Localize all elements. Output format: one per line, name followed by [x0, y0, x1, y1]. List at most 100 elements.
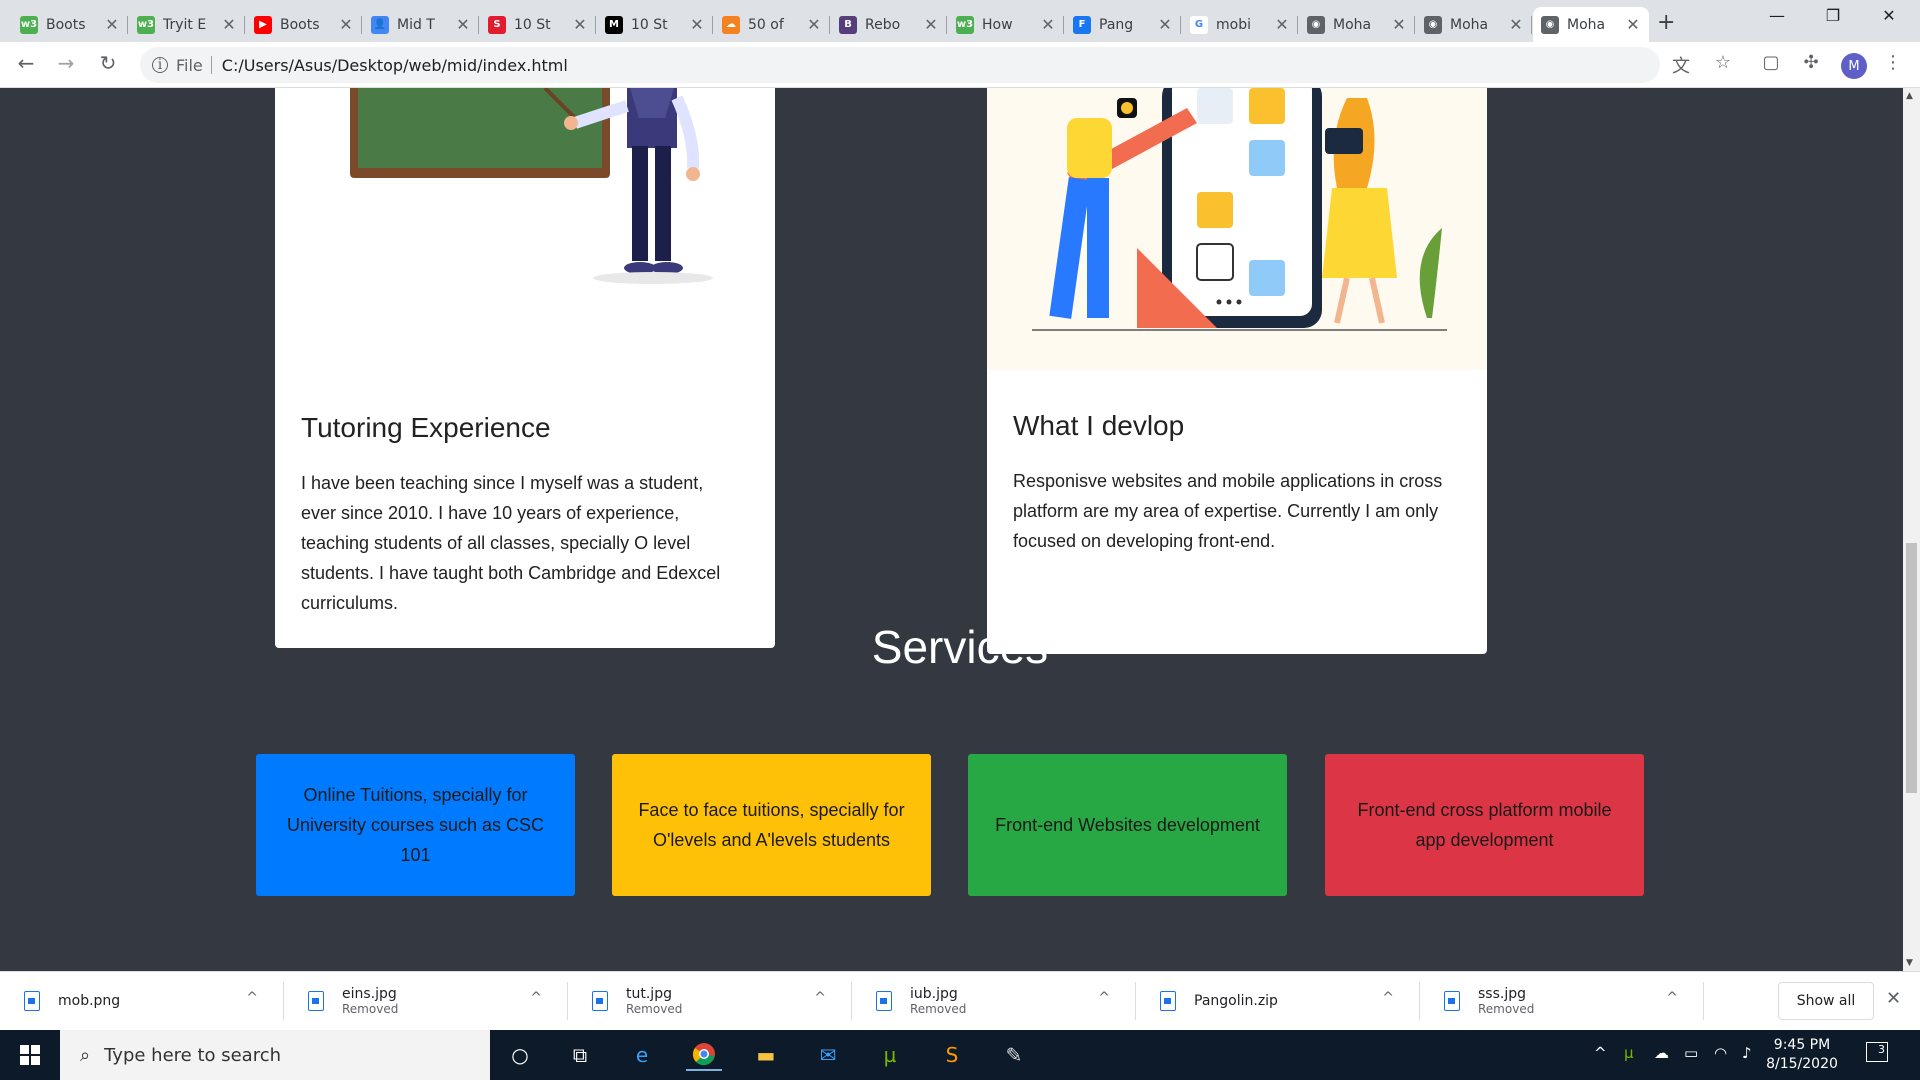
restore-button[interactable]: ❐	[1818, 6, 1848, 25]
tab-label: Moha	[1333, 16, 1372, 33]
cortana-icon[interactable]: ○	[502, 1039, 538, 1071]
browser-tab[interactable]: ▶ Boots ✕	[246, 7, 362, 42]
bootstrap-icon: B	[839, 15, 857, 34]
menu-kebab-icon[interactable]: ⋮	[1880, 52, 1906, 73]
scroll-up-arrow-icon[interactable]: ▲	[1906, 91, 1913, 101]
tab-label: Boots	[46, 16, 86, 33]
show-all-downloads-button[interactable]: Show all	[1778, 982, 1874, 1020]
scrollbar-thumb[interactable]	[1906, 543, 1917, 793]
extensions-puzzle-icon[interactable]: ✣	[1798, 52, 1824, 73]
tab-close-icon[interactable]: ✕	[572, 15, 588, 34]
tab-close-icon[interactable]: ✕	[1391, 15, 1407, 34]
tab-close-icon[interactable]: ✕	[1274, 15, 1290, 34]
browser-tab[interactable]: 👤 Mid T ✕	[363, 7, 479, 42]
chevron-up-icon[interactable]: ^	[1666, 990, 1678, 1006]
battery-icon[interactable]: ▭	[1684, 1044, 1698, 1062]
tab-close-icon[interactable]: ✕	[689, 15, 705, 34]
browser-tab[interactable]: F Pang ✕	[1065, 7, 1181, 42]
tab-close-icon[interactable]: ✕	[1157, 15, 1173, 34]
download-shelf: mob.png ^ eins.jpg Removed ^ tut.jpg Removed ^ i…	[0, 971, 1920, 1030]
file-icon	[1160, 991, 1176, 1011]
browser-tab[interactable]: M 10 St ✕	[597, 7, 713, 42]
edge-icon[interactable]: e	[624, 1039, 660, 1071]
browser-tab[interactable]: B Rebo ✕	[831, 7, 947, 42]
browser-tab[interactable]: S 10 St ✕	[480, 7, 596, 42]
address-bar[interactable]: i File C:/Users/Asus/Desktop/web/mid/ind…	[140, 47, 1660, 83]
download-item[interactable]: tut.jpg Removed ^	[568, 972, 852, 1030]
tray-utorrent-icon[interactable]: µ	[1624, 1044, 1634, 1062]
chevron-up-icon[interactable]: ^	[530, 990, 542, 1006]
close-window-button[interactable]: ✕	[1874, 6, 1904, 25]
browser-tab[interactable]: w3 How ✕	[948, 7, 1064, 42]
download-item[interactable]: iub.jpg Removed ^	[852, 972, 1136, 1030]
tab-label: mobi	[1216, 16, 1251, 33]
tab-separator	[1063, 16, 1064, 34]
wifi-icon[interactable]: ◠	[1714, 1044, 1727, 1062]
chevron-up-icon[interactable]: ^	[1098, 990, 1110, 1006]
notification-center-icon[interactable]: 3	[1866, 1042, 1888, 1062]
tutoring-experience-card: Tutoring Experience I have been teaching…	[275, 88, 775, 648]
chevron-up-icon[interactable]: ^	[246, 990, 258, 1006]
mail-icon[interactable]: ✉	[810, 1039, 846, 1071]
tutoring-title: Tutoring Experience	[301, 412, 551, 443]
tab-close-icon[interactable]: ✕	[1040, 15, 1056, 34]
taskbar-clock[interactable]: 9:45 PM 8/15/2020	[1762, 1036, 1842, 1074]
onedrive-icon[interactable]: ☁	[1654, 1044, 1669, 1062]
tab-close-icon[interactable]: ✕	[1508, 15, 1524, 34]
w3schools-icon: w3	[956, 15, 974, 34]
profile-avatar[interactable]: M	[1841, 53, 1867, 79]
file-icon	[592, 991, 608, 1011]
file-icon	[876, 991, 892, 1011]
download-item[interactable]: eins.jpg Removed ^	[284, 972, 568, 1030]
tab-label: Moha	[1567, 16, 1606, 33]
sublime-text-icon[interactable]: S	[934, 1039, 970, 1071]
page-scrollbar[interactable]: ▲ ▼	[1903, 88, 1920, 971]
browser-tab[interactable]: ◉ Moha ✕	[1533, 7, 1649, 42]
tab-close-icon[interactable]: ✕	[104, 15, 120, 34]
download-filename: mob.png	[58, 993, 121, 1009]
taskbar-search-box[interactable]: ⌕ Type here to search	[60, 1030, 490, 1080]
reload-icon[interactable]: ↻	[94, 51, 122, 75]
tab-close-icon[interactable]: ✕	[455, 15, 471, 34]
tab-close-icon[interactable]: ✕	[221, 15, 237, 34]
scroll-down-arrow-icon[interactable]: ▼	[1906, 958, 1913, 968]
download-item[interactable]: Pangolin.zip ^	[1136, 972, 1420, 1030]
browser-tab[interactable]: Gmobi ✕	[1182, 7, 1298, 42]
translate-icon[interactable]: 文	[1668, 52, 1694, 78]
file-scheme-label: File	[176, 55, 203, 75]
minimize-button[interactable]: —	[1762, 6, 1792, 25]
tab-label: Moha	[1450, 16, 1489, 33]
tab-close-icon[interactable]: ✕	[923, 15, 939, 34]
w3schools-icon: w3	[137, 15, 155, 34]
browser-tab[interactable]: ◉ Moha ✕	[1299, 7, 1415, 42]
file-explorer-icon[interactable]: ▬	[748, 1039, 784, 1071]
chevron-up-icon[interactable]: ^	[814, 990, 826, 1006]
chrome-icon[interactable]	[686, 1039, 722, 1071]
info-icon[interactable]: i	[152, 57, 168, 73]
chevron-up-icon[interactable]: ^	[1382, 990, 1394, 1006]
url-text[interactable]: C:/Users/Asus/Desktop/web/mid/index.html	[222, 56, 568, 75]
browser-tab[interactable]: ◉ Moha ✕	[1416, 7, 1532, 42]
close-shelf-icon[interactable]: ✕	[1886, 988, 1901, 1009]
tab-close-icon[interactable]: ✕	[1625, 15, 1641, 34]
paint-icon[interactable]: ✎	[996, 1039, 1032, 1071]
task-view-icon[interactable]: ⧉	[562, 1039, 598, 1071]
volume-icon[interactable]: ♪	[1742, 1044, 1752, 1062]
download-item[interactable]: mob.png ^	[0, 972, 284, 1030]
tray-chevron-icon[interactable]: ^	[1594, 1044, 1607, 1062]
browser-tab[interactable]: w3 Boots ✕	[12, 7, 128, 42]
new-tab-button[interactable]: +	[1657, 10, 1675, 35]
forward-arrow-icon[interactable]: →	[52, 51, 80, 75]
bookmark-star-icon[interactable]: ☆	[1710, 52, 1736, 73]
tab-close-icon[interactable]: ✕	[806, 15, 822, 34]
back-arrow-icon[interactable]: ←	[12, 51, 40, 75]
utorrent-icon[interactable]: µ	[872, 1039, 908, 1071]
browser-tab[interactable]: ☁ 50 of ✕	[714, 7, 830, 42]
extension-pocket-icon[interactable]: ▢	[1758, 52, 1784, 73]
download-item[interactable]: sss.jpg Removed ^	[1420, 972, 1704, 1030]
develop-description: Responisve websites and mobile applicati…	[1013, 471, 1443, 551]
browser-tab[interactable]: w3 Tryit E ✕	[129, 7, 245, 42]
windows-start-icon[interactable]	[0, 1030, 60, 1080]
tab-close-icon[interactable]: ✕	[338, 15, 354, 34]
tab-label: Boots	[280, 16, 320, 33]
